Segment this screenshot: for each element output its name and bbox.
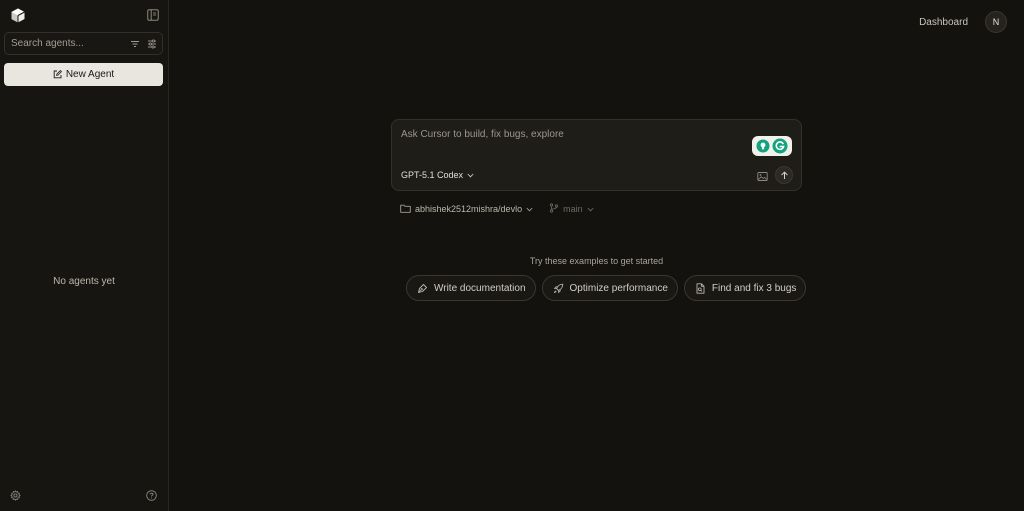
top-right-header: Dashboard N bbox=[919, 11, 1007, 33]
filter-icon[interactable] bbox=[130, 39, 140, 49]
branch-label: main bbox=[563, 204, 583, 214]
example-find-and-fix-bugs[interactable]: Find and fix 3 bugs bbox=[683, 275, 807, 301]
examples-title: Try these examples to get started bbox=[529, 256, 664, 266]
git-branch-icon bbox=[549, 203, 559, 215]
app-window: New Agent No agents yet Dashboard N bbox=[0, 0, 1024, 511]
prompt-composer: GPT-5.1 Codex bbox=[391, 119, 802, 191]
help-icon[interactable] bbox=[146, 490, 157, 501]
repo-selector[interactable]: abhishek2512mishra/devlo bbox=[400, 204, 533, 215]
chevron-down-icon bbox=[587, 204, 594, 214]
empty-state-text: No agents yet bbox=[53, 276, 115, 287]
settings-gear-icon[interactable] bbox=[10, 490, 21, 501]
grammarly-badge[interactable] bbox=[752, 136, 792, 156]
file-search-icon bbox=[695, 282, 706, 294]
grammarly-g-icon bbox=[772, 138, 788, 154]
context-row: abhishek2512mishra/devlo main bbox=[400, 203, 594, 215]
model-selector[interactable]: GPT-5.1 Codex bbox=[401, 170, 474, 180]
dashboard-link[interactable]: Dashboard bbox=[919, 17, 968, 28]
example-write-documentation[interactable]: Write documentation bbox=[406, 275, 536, 301]
sliders-icon[interactable] bbox=[147, 38, 157, 49]
repo-label: abhishek2512mishra/devlo bbox=[415, 204, 523, 214]
example-label: Find and fix 3 bugs bbox=[711, 282, 797, 294]
examples-row: Write documentation Optimize performance bbox=[406, 275, 807, 301]
arrow-up-icon bbox=[780, 171, 788, 179]
chevron-down-icon bbox=[467, 170, 474, 180]
search-tools bbox=[130, 38, 157, 49]
model-label: GPT-5.1 Codex bbox=[401, 170, 464, 180]
chevron-down-icon bbox=[526, 204, 533, 214]
send-button[interactable] bbox=[775, 166, 793, 184]
search-input[interactable] bbox=[11, 38, 130, 49]
user-avatar[interactable]: N bbox=[985, 11, 1007, 33]
example-label: Write documentation bbox=[434, 282, 526, 294]
pen-nib-icon bbox=[417, 283, 428, 294]
rocket-icon bbox=[553, 283, 564, 294]
edit-icon bbox=[53, 70, 62, 79]
search-box bbox=[4, 32, 163, 55]
prompt-input[interactable] bbox=[401, 129, 741, 140]
new-agent-button[interactable]: New Agent bbox=[4, 63, 163, 86]
branch-selector[interactable]: main bbox=[549, 203, 594, 215]
sidebar-footer bbox=[10, 490, 157, 501]
main-area: Dashboard N GPT-5.1 Codex bbox=[169, 0, 1024, 511]
example-label: Optimize performance bbox=[569, 282, 668, 294]
cursor-logo-icon[interactable] bbox=[10, 8, 25, 23]
image-upload-icon[interactable] bbox=[756, 170, 768, 182]
new-agent-label: New Agent bbox=[65, 69, 115, 80]
sidebar: New Agent No agents yet bbox=[0, 0, 169, 511]
example-optimize-performance[interactable]: Optimize performance bbox=[541, 275, 678, 301]
bulb-icon bbox=[756, 139, 770, 153]
sidebar-header bbox=[0, 0, 168, 30]
folder-icon bbox=[400, 204, 411, 215]
sidebar-toggle-icon[interactable] bbox=[146, 8, 160, 22]
